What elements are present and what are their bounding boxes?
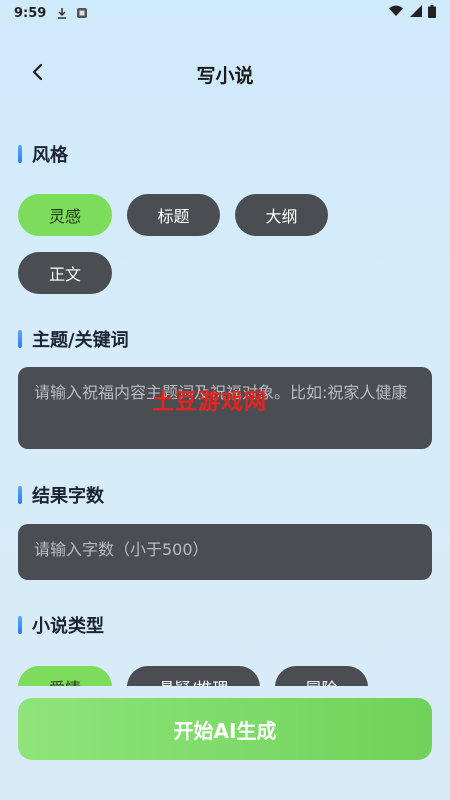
section-title-label: 小说类型 <box>32 616 104 637</box>
section-title-topic: 主题/关键词 <box>18 326 129 352</box>
section-marker <box>18 145 22 163</box>
page-title: 写小说 <box>196 64 254 87</box>
style-chip-title[interactable]: 标题 <box>127 194 220 236</box>
chevron-left-icon <box>31 63 45 85</box>
watermark-text: 土豆游戏网 <box>152 390 268 415</box>
section-marker <box>18 486 22 504</box>
type-chip-romance[interactable]: 爱情 <box>18 666 112 686</box>
section-title-style: 风格 <box>18 141 68 167</box>
style-chip-inspiration[interactable]: 灵感 <box>18 194 112 236</box>
style-chip-outline[interactable]: 大纲 <box>235 194 328 236</box>
wifi-icon <box>388 5 404 21</box>
word-count-input[interactable]: 请输入字数（小于500） <box>18 524 432 580</box>
section-marker <box>18 616 22 634</box>
style-chip-body[interactable]: 正文 <box>18 252 112 294</box>
section-title-label: 结果字数 <box>32 486 104 507</box>
status-time: 9:59 <box>14 5 47 21</box>
section-title-novel-type: 小说类型 <box>18 612 104 638</box>
signal-icon <box>410 5 422 21</box>
download-icon <box>56 7 68 19</box>
section-title-word-count: 结果字数 <box>18 482 104 508</box>
section-title-label: 风格 <box>32 145 68 166</box>
start-generate-button[interactable]: 开始AI生成 <box>18 698 432 760</box>
back-button[interactable] <box>24 60 52 88</box>
type-chip-mystery[interactable]: 悬疑/推理 <box>127 666 260 686</box>
section-title-label: 主题/关键词 <box>32 330 129 351</box>
battery-icon <box>428 4 436 22</box>
type-chip-adventure[interactable]: 冒险 <box>275 666 368 686</box>
status-bar: 9:59 <box>0 0 450 26</box>
header: 写小说 <box>0 52 450 96</box>
novel-type-options: 爱情 悬疑/推理 冒险 <box>0 660 450 686</box>
section-marker <box>18 330 22 348</box>
app-notification-icon <box>76 7 88 19</box>
